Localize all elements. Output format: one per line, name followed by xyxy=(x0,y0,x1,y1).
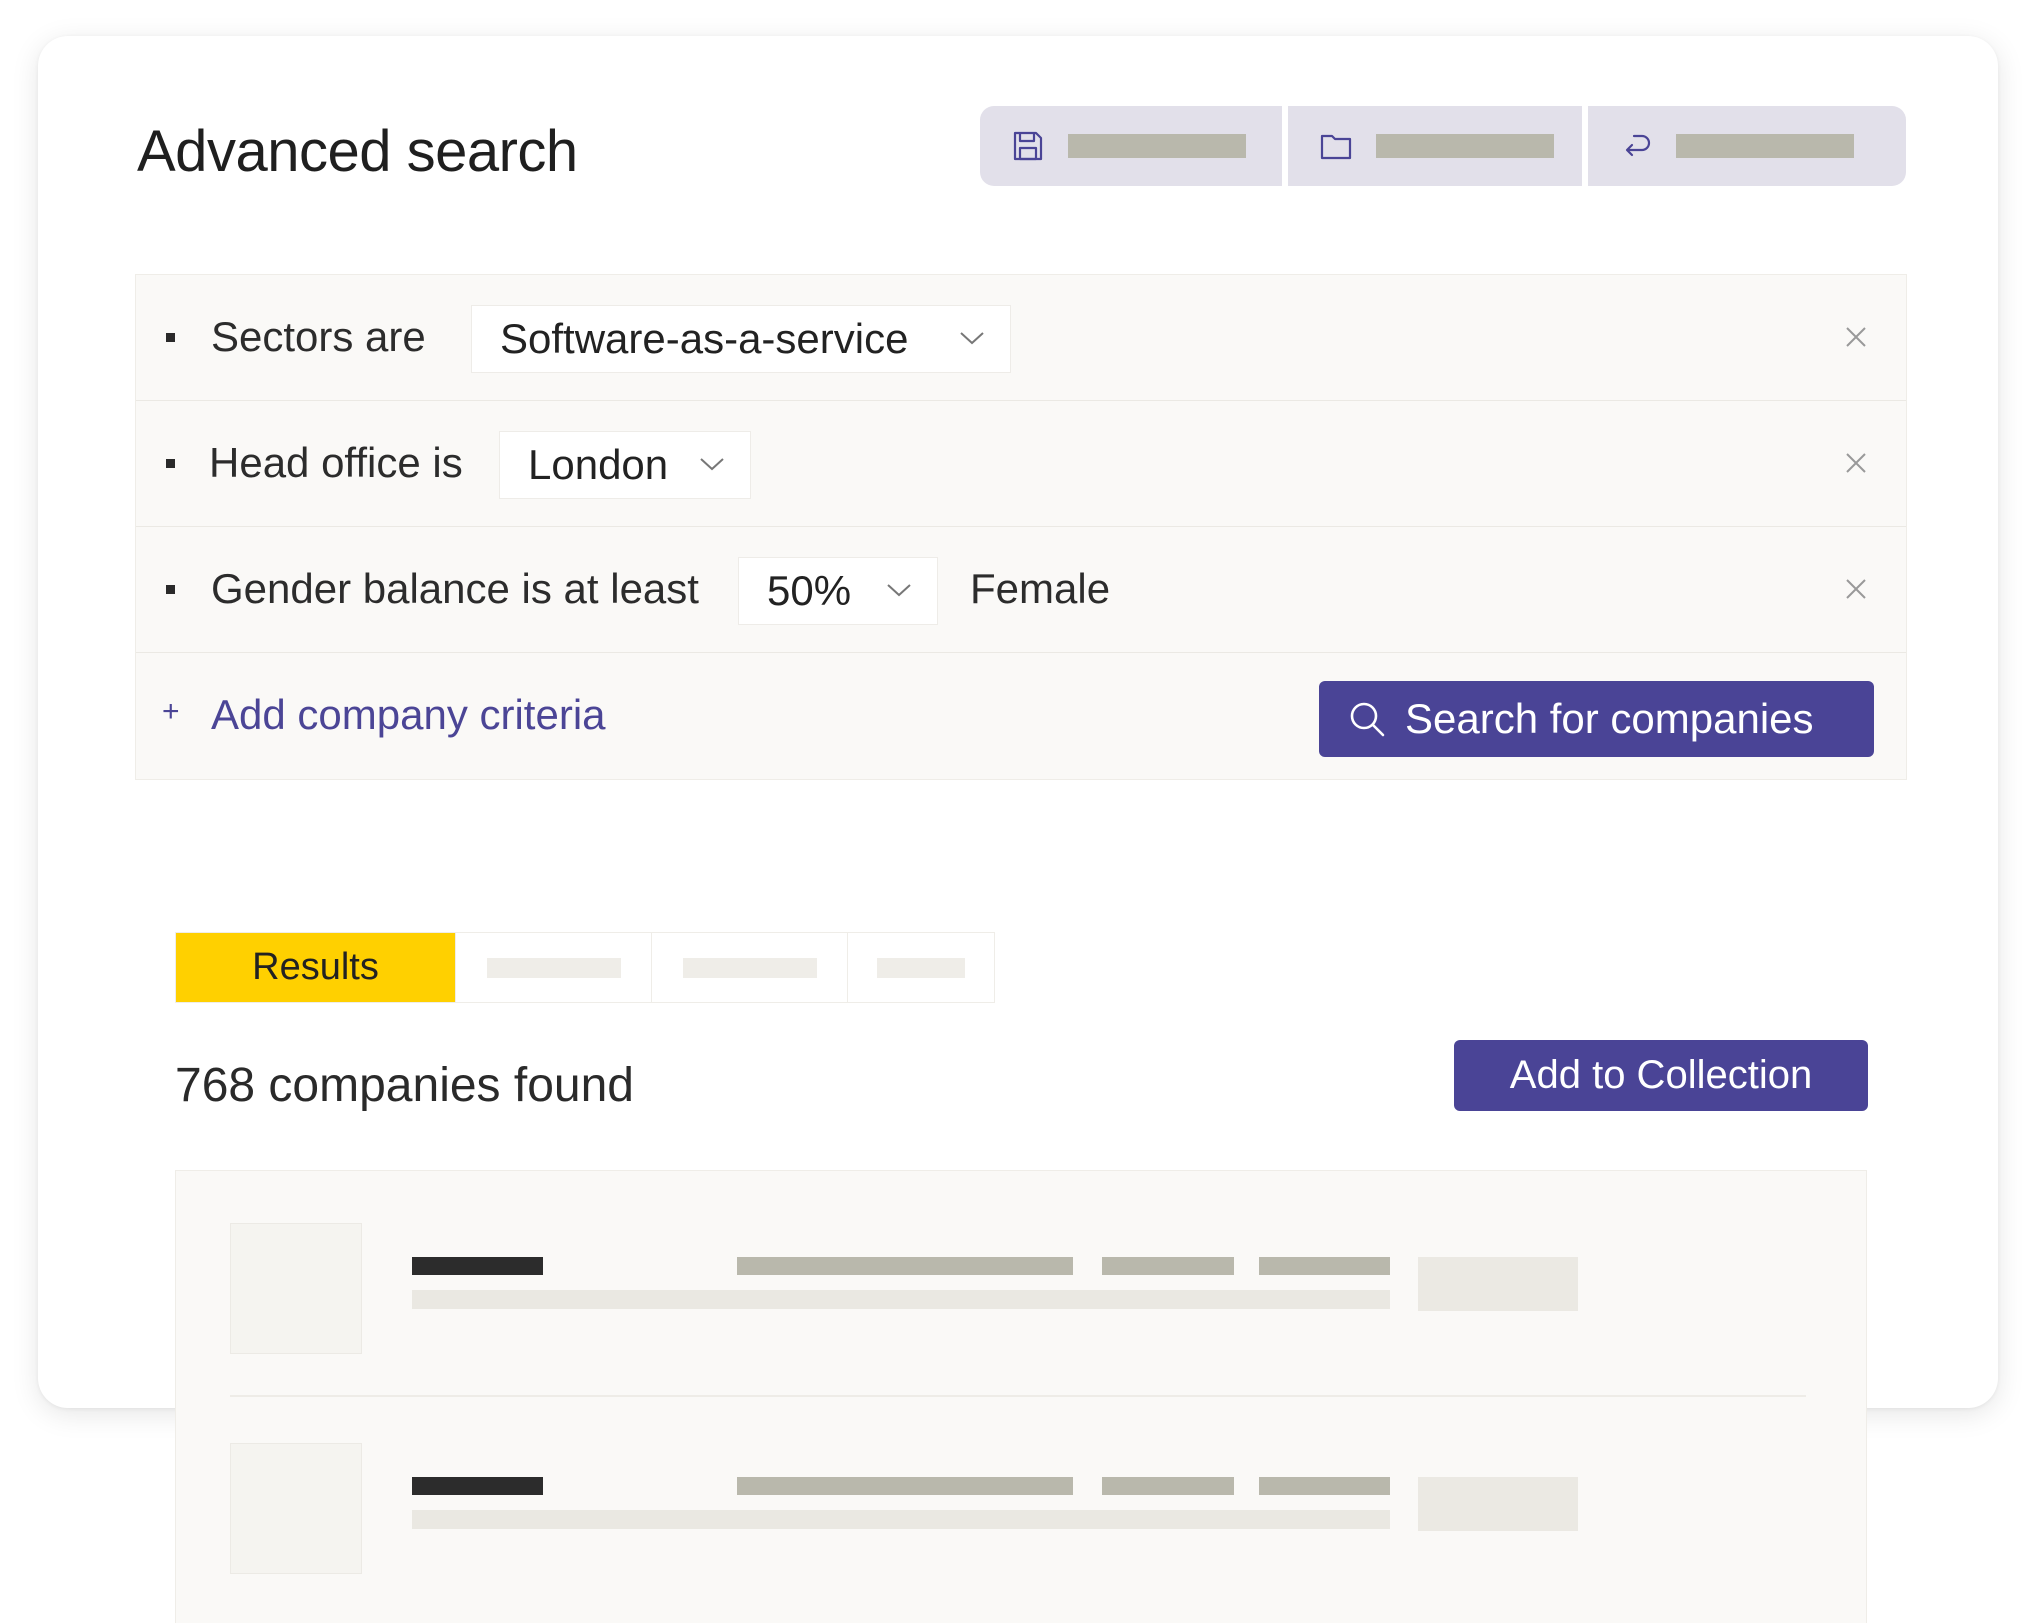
chevron-down-icon xyxy=(960,332,984,345)
dropdown-value: 50% xyxy=(767,567,852,614)
bullet xyxy=(166,333,175,342)
tab-placeholder[interactable] xyxy=(848,933,994,1002)
open-label-placeholder xyxy=(1376,134,1554,158)
description-placeholder xyxy=(412,1290,1390,1309)
open-search-button[interactable] xyxy=(1288,106,1582,186)
close-icon[interactable] xyxy=(1844,451,1868,475)
results-list xyxy=(175,1170,1867,1623)
meta-placeholder xyxy=(1102,1257,1234,1275)
tag-placeholder xyxy=(1418,1257,1578,1311)
reset-label-placeholder xyxy=(1676,134,1854,158)
results-tabs: Results xyxy=(175,932,995,1003)
tag-placeholder xyxy=(1418,1477,1578,1531)
criteria-label: Sectors are xyxy=(211,313,426,360)
search-icon xyxy=(1350,702,1385,737)
list-item[interactable] xyxy=(176,1391,1866,1611)
company-logo-placeholder xyxy=(230,1443,362,1574)
search-button-label: Search for companies xyxy=(1405,695,1814,742)
close-icon[interactable] xyxy=(1844,325,1868,349)
reset-search-button[interactable] xyxy=(1588,106,1906,186)
head-office-dropdown[interactable]: London xyxy=(499,431,751,499)
tab-label: Results xyxy=(252,946,379,988)
add-to-collection-button[interactable]: Add to Collection xyxy=(1454,1040,1868,1111)
criteria-row-sector: Sectors are Software-as-a-service xyxy=(136,275,1906,401)
sector-dropdown[interactable]: Software-as-a-service xyxy=(471,305,1011,373)
company-name-placeholder xyxy=(412,1477,543,1495)
criteria-row-gender-balance: Gender balance is at least 50% Female xyxy=(136,527,1906,653)
bullet xyxy=(166,459,175,468)
bullet xyxy=(166,585,175,594)
tab-label-placeholder xyxy=(486,957,621,978)
gender-suffix: Female xyxy=(970,565,1111,612)
meta-placeholder xyxy=(1259,1257,1390,1275)
criteria-row-head-office: Head office is London xyxy=(136,401,1906,527)
save-label-placeholder xyxy=(1068,134,1246,158)
company-logo-placeholder xyxy=(230,1223,362,1354)
dropdown-value: London xyxy=(528,441,669,488)
save-icon xyxy=(1013,131,1043,161)
criteria-label: Head office is xyxy=(209,439,463,486)
close-icon[interactable] xyxy=(1844,577,1868,601)
tab-results[interactable]: Results xyxy=(176,933,456,1002)
criteria-label: Gender balance is at least xyxy=(211,565,699,612)
tab-label-placeholder xyxy=(877,957,965,978)
undo-icon xyxy=(1625,134,1651,157)
meta-placeholder xyxy=(1102,1477,1234,1495)
add-company-criteria-link[interactable]: Add company criteria xyxy=(211,691,606,739)
tab-placeholder[interactable] xyxy=(652,933,848,1002)
results-count: 768 companies found xyxy=(175,1059,634,1112)
tab-placeholder[interactable] xyxy=(456,933,652,1002)
chevron-down-icon xyxy=(887,584,911,597)
description-placeholder xyxy=(412,1510,1390,1529)
meta-placeholder xyxy=(1259,1477,1390,1495)
folder-icon xyxy=(1320,134,1352,160)
meta-placeholder xyxy=(737,1477,1073,1495)
dropdown-value: Software-as-a-service xyxy=(500,315,909,362)
list-item[interactable] xyxy=(176,1171,1866,1397)
chevron-down-icon xyxy=(700,458,724,471)
plus-icon[interactable]: + xyxy=(162,695,180,729)
criteria-panel: Sectors are Software-as-a-service Head o… xyxy=(135,274,1907,780)
toolbar xyxy=(980,106,1906,186)
meta-placeholder xyxy=(737,1257,1073,1275)
search-for-companies-button[interactable]: Search for companies xyxy=(1319,681,1874,757)
company-name-placeholder xyxy=(412,1257,543,1275)
tab-label-placeholder xyxy=(682,957,817,978)
page-title: Advanced search xyxy=(137,119,578,184)
gender-balance-dropdown[interactable]: 50% xyxy=(738,557,938,625)
save-search-button[interactable] xyxy=(980,106,1282,186)
